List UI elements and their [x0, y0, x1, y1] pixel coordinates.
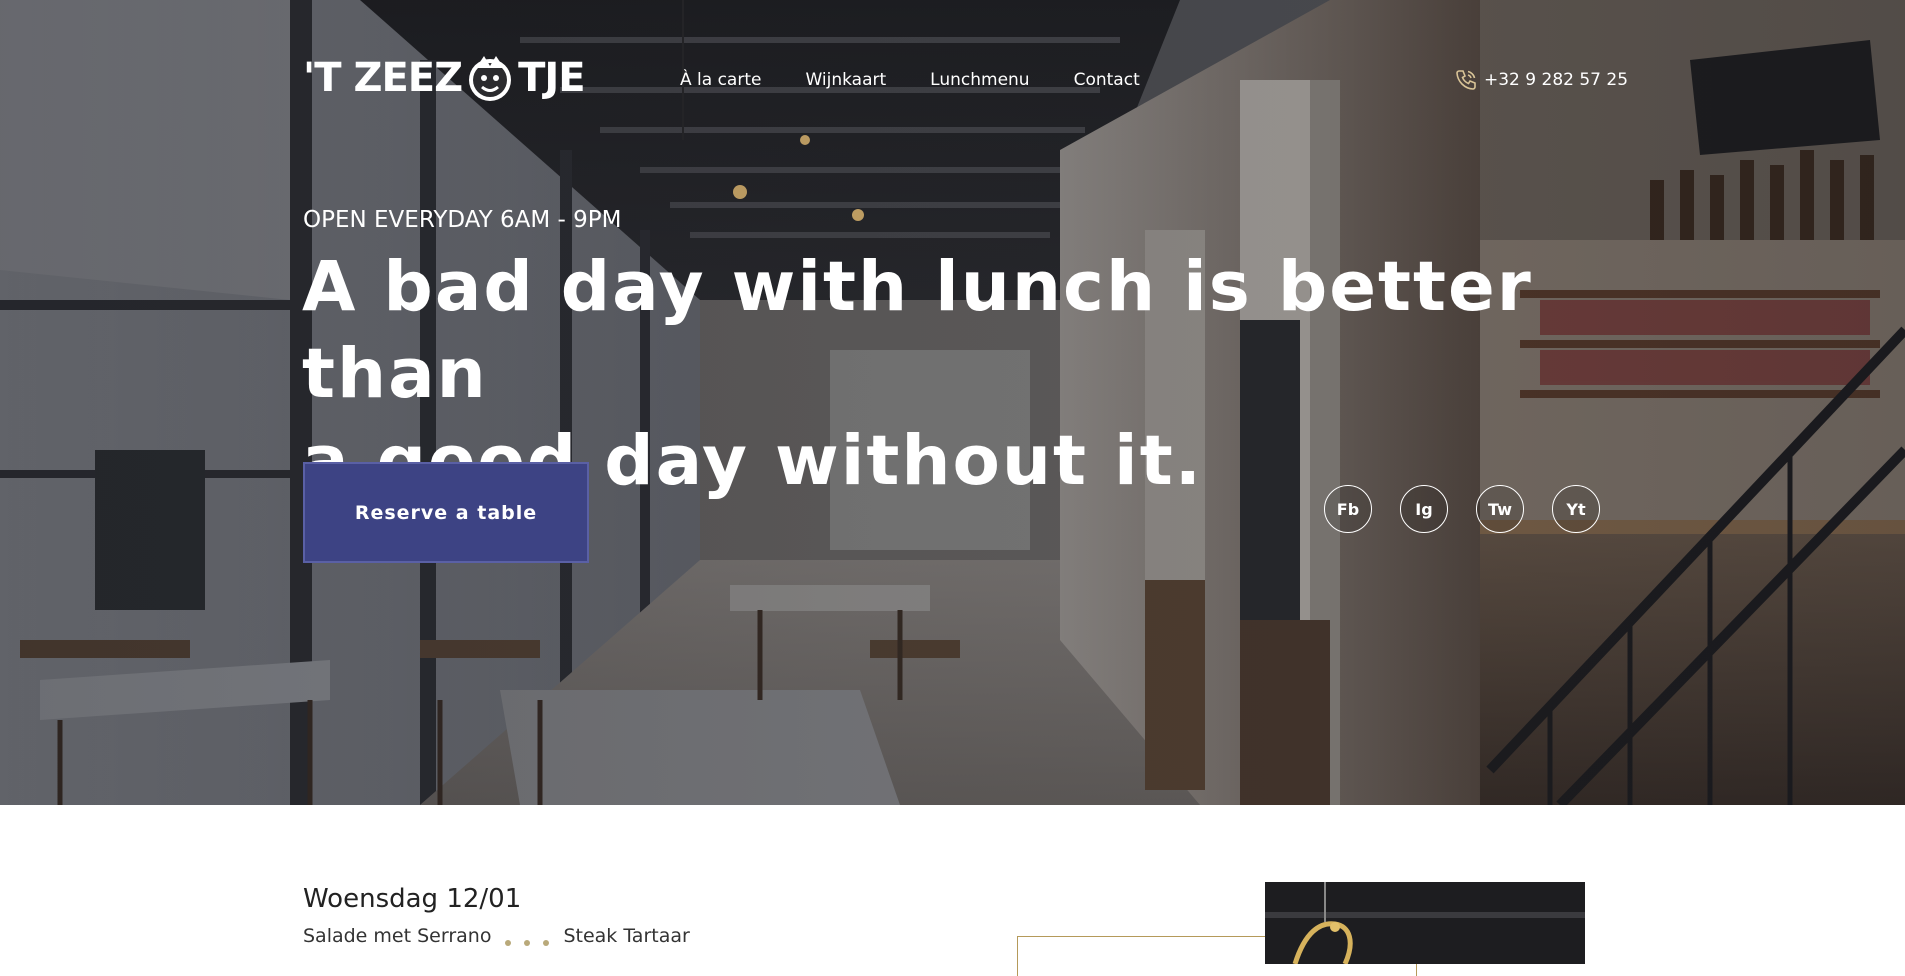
- social-instagram-button[interactable]: Ig: [1400, 485, 1448, 533]
- headline-line-1: A bad day with lunch is better than: [302, 247, 1533, 414]
- nav-item-wijnkaart[interactable]: Wijnkaart: [805, 70, 886, 90]
- site-logo[interactable]: 'T ZEEZ TJE: [303, 48, 586, 108]
- phone-number: +32 9 282 57 25: [1484, 70, 1629, 90]
- social-youtube-button[interactable]: Yt: [1552, 485, 1600, 533]
- lunch-menu-row: Salade met Serrano Steak Tartaar: [303, 925, 690, 947]
- social-twitter-button[interactable]: Tw: [1476, 485, 1524, 533]
- nav-item-contact[interactable]: Contact: [1074, 70, 1140, 90]
- phone-link[interactable]: +32 9 282 57 25: [1454, 68, 1628, 92]
- opening-hours: OPEN EVERYDAY 6AM - 9PM: [303, 207, 622, 233]
- lunch-side-photo: [1265, 882, 1585, 964]
- jester-logo-icon: [469, 56, 512, 101]
- nav-item-lunchmenu[interactable]: Lunchmenu: [930, 70, 1029, 90]
- logo-text-right: TJE: [518, 55, 585, 101]
- bar-photo-illustration: [1265, 882, 1585, 964]
- lunch-item-left: Salade met Serrano: [303, 925, 492, 947]
- main-navigation: À la carte Wijnkaart Lunchmenu Contact: [680, 70, 1140, 90]
- logo-text-left: 'T ZEEZ: [303, 55, 463, 101]
- nav-item-a-la-carte[interactable]: À la carte: [680, 70, 761, 90]
- dots-separator: [505, 940, 550, 946]
- lunch-item-right: Steak Tartaar: [563, 925, 690, 947]
- lunch-day-title: Woensdag 12/01: [303, 884, 522, 914]
- social-facebook-button[interactable]: Fb: [1324, 485, 1372, 533]
- reserve-table-button[interactable]: Reserve a table: [303, 462, 589, 563]
- hero-section: 'T ZEEZ TJE À la carte Wijnkaart Lunchme…: [0, 0, 1905, 805]
- phone-icon: [1456, 70, 1476, 90]
- social-links: Fb Ig Tw Yt: [1324, 485, 1600, 533]
